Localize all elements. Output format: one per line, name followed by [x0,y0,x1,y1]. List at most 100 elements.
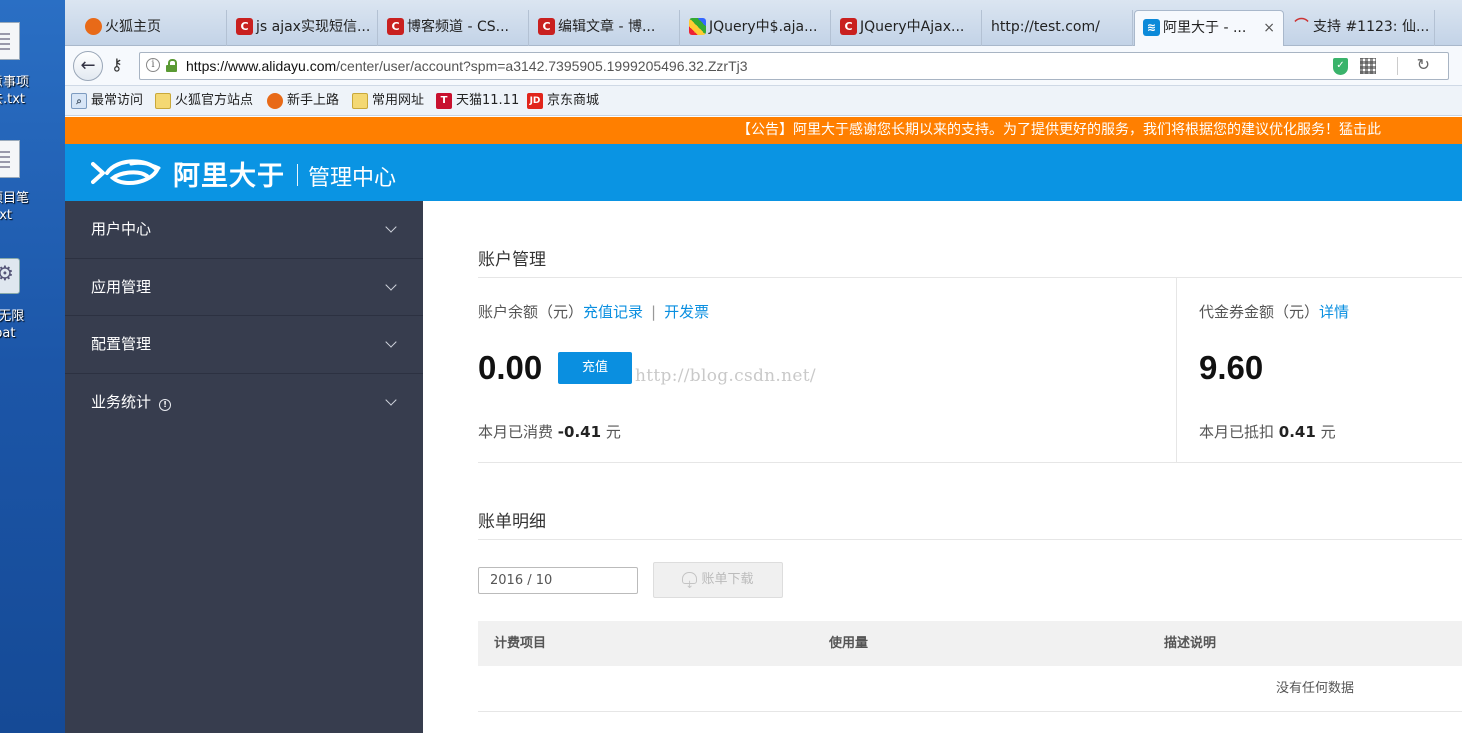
bookmark-jd[interactable]: JD 京东商城 [527,86,599,116]
batch-file-icon [0,258,20,294]
bookmark-most-visited[interactable]: ⌕ 最常访问 [71,86,143,116]
desktop-file-2-label2: .txt [0,208,13,223]
divider: | [651,303,657,321]
sidebar-item-business-stats[interactable]: 业务统计! [65,374,423,432]
sidebar-item-label: 应用管理 [91,277,152,296]
desktop-file-3[interactable]: g无限 .bat [0,258,65,342]
close-tab-icon[interactable]: × [1263,11,1275,45]
tab-support[interactable]: ⌒ 支持 #1123: 仙... [1285,10,1435,46]
tab-title: 支持 #1123: 仙... [1313,19,1430,35]
key-icon[interactable]: ⚷ [111,55,123,74]
sidebar: 用户中心 应用管理 配置管理 业务统计! [65,201,423,733]
tab-test-com[interactable]: http://test.com/ [983,10,1133,46]
chevron-down-icon [385,221,397,233]
tab-alidayu[interactable]: ≋ 阿里大于 - ... × [1134,10,1284,47]
sidebar-item-config-management[interactable]: 配置管理 [65,316,423,374]
bill-download-button[interactable]: 账单下载 [653,562,783,603]
desktop-file-1-label1: 意事项 [0,75,30,90]
arrow-left-icon: ← [80,55,96,76]
table-row: 没有任何数据 [478,666,1462,712]
tab-title: 博客频道 - CS... [407,19,509,35]
divider [478,462,1462,463]
tab-edit-article[interactable]: C 编辑文章 - 博... [530,10,680,46]
alidayu-logo-icon[interactable] [91,156,163,190]
search-icon: ⌕ [71,93,87,109]
month-spent-value: -0.41 [557,423,602,441]
page-content: 【公告】阿里大于感谢您长期以来的支持。为了提供更好的服务，我们将根据您的建议优化… [65,117,1462,733]
divider [478,277,1462,278]
divider [1176,278,1177,463]
tab-js-ajax[interactable]: C js ajax实现短信... [228,10,378,46]
brand-subtitle: 管理中心 [308,166,397,191]
desktop-file-1-label2: 去.txt [0,92,26,107]
back-button[interactable]: ← [73,51,103,81]
alidayu-icon: ≋ [1143,19,1160,36]
address-bar[interactable]: i https://www.alidayu.com/center/user/ac… [139,52,1449,80]
site-header: 阿里大于 管理中心 [65,144,1462,201]
lock-icon[interactable] [166,59,177,72]
balance-label-row: 账户余额（元）充值记录 | 开发票 [478,301,709,322]
voucher-value: 9.60 [1199,349,1264,386]
info-icon[interactable]: i [146,58,160,72]
bookmark-common-sites[interactable]: 常用网址 [352,86,424,116]
folder-icon [155,93,171,109]
empty-state-text: 没有任何数据 [1276,681,1355,696]
firefox-icon [267,93,283,109]
desktop-file-1[interactable]: 意事项 去.txt [0,22,65,108]
info-icon[interactable]: ! [159,398,172,411]
tab-jquery-ajax-2[interactable]: C JQuery中Ajax... [832,10,982,46]
bill-section-title: 账单明细 [478,512,546,532]
chevron-down-icon [385,336,397,348]
tab-title: 阿里大于 - ... [1163,20,1247,36]
qr-code-icon[interactable] [1360,58,1376,74]
sidebar-item-label: 用户中心 [91,220,152,238]
sidebar-item-user-center[interactable]: 用户中心 [65,201,423,259]
navigation-bar: ← ⚷ i https://www.alidayu.com/center/use… [65,46,1462,86]
csdn-icon: C [840,18,857,35]
url-text[interactable]: https://www.alidayu.com/center/user/acco… [186,53,748,79]
invoice-link[interactable]: 开发票 [664,303,709,321]
watermark: http://blog.csdn.net/ [635,366,816,386]
desktop-file-2-label1: 项目笔 [0,191,30,206]
notice-banner[interactable]: 【公告】阿里大于感谢您长期以来的支持。为了提供更好的服务，我们将根据您的建议优化… [65,117,1462,144]
recharge-record-link[interactable]: 充值记录 [583,303,643,321]
text-file-icon [0,140,20,178]
voucher-label-row: 代金券金额（元）详情 [1199,301,1349,322]
chevron-down-icon [385,393,397,406]
tab-title: http://test.com/ [991,19,1100,35]
tab-title: JQuery中Ajax... [860,19,965,35]
column-header-usage: 使用量 [829,636,869,651]
voucher-detail-link[interactable]: 详情 [1319,303,1349,321]
divider [478,539,1462,540]
browser-window: 火狐主页 C js ajax实现短信... C 博客频道 - CS... C 编… [65,0,1462,733]
sidebar-item-app-management[interactable]: 应用管理 [65,259,423,316]
desktop-file-3-label2: .bat [0,326,16,341]
tab-blog-channel[interactable]: C 博客频道 - CS... [379,10,529,46]
cloud-download-icon [682,569,698,603]
bookmark-getting-started[interactable]: 新手上路 [267,86,339,116]
tab-jquery-ajax-1[interactable]: JQuery中$.aja... [681,10,831,46]
tab-firefox-home[interactable]: 火狐主页 [77,10,227,46]
csdn-icon: C [538,18,555,35]
firefox-icon [85,18,102,35]
column-header-description: 描述说明 [1164,636,1217,651]
csdn-icon: C [387,18,404,35]
balance-value: 0.00 [478,349,543,386]
jquery-icon [689,18,706,35]
reload-icon[interactable]: ↻ [1417,55,1430,74]
text-file-icon [0,22,20,60]
tab-title: 火狐主页 [105,19,161,35]
shield-icon[interactable]: ✓ [1333,58,1348,75]
recharge-button[interactable]: 充值 [558,352,632,384]
month-picker-input[interactable]: 2016 / 10 [478,567,638,594]
brand-name[interactable]: 阿里大于 [173,154,285,193]
bookmark-tmall[interactable]: T 天猫11.11 [436,86,519,116]
bookmark-firefox-site[interactable]: 火狐官方站点 [155,86,253,116]
balance-label: 账户余额（元） [478,303,584,321]
tab-title: 编辑文章 - 博... [558,19,656,35]
desktop-file-2[interactable]: 项目笔 .txt [0,140,65,224]
account-section-title: 账户管理 [478,250,546,270]
brand-divider [297,164,298,186]
tab-title: JQuery中$.aja... [709,19,818,35]
sidebar-item-label: 业务统计 [91,392,152,411]
